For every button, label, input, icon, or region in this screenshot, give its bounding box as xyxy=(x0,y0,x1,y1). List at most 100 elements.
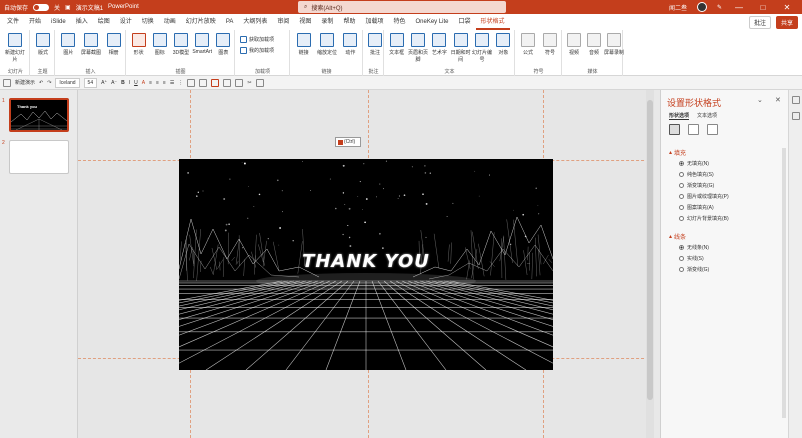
redo-icon[interactable]: ↷ xyxy=(47,80,51,86)
radio-option[interactable]: 图案填充(A) xyxy=(679,204,714,211)
ribbon-button[interactable]: 相册 xyxy=(102,33,125,56)
pane-close-button[interactable]: ✕ xyxy=(775,96,781,104)
radio-button[interactable] xyxy=(679,183,684,188)
tab-5[interactable]: 设计 xyxy=(115,14,137,30)
tab-19[interactable]: 形状格式 xyxy=(475,14,510,30)
tab-18[interactable]: 口袋 xyxy=(454,14,476,30)
ribbon-button[interactable]: 屏幕录制 xyxy=(604,33,624,56)
ribbon-button[interactable]: 获取加载项 xyxy=(240,36,274,43)
radio-option[interactable]: 无线条(N) xyxy=(679,244,709,251)
radio-button[interactable] xyxy=(679,216,684,221)
radio-button[interactable] xyxy=(679,205,684,210)
tab-3[interactable]: 插入 xyxy=(71,14,93,30)
italic-icon[interactable]: I xyxy=(129,80,130,86)
radio-option[interactable]: 幻灯片背景填充(B) xyxy=(679,215,729,222)
close-button[interactable]: ✕ xyxy=(780,3,794,12)
slide-1[interactable]: THANK YOU xyxy=(179,159,553,370)
tab-4[interactable]: 绘图 xyxy=(93,14,115,30)
effects-icon[interactable] xyxy=(688,124,699,135)
radio-button[interactable] xyxy=(679,161,684,166)
radio-option[interactable]: 图片或纹理填充(P) xyxy=(679,193,729,200)
bold-icon[interactable]: B xyxy=(121,80,125,86)
ribbon-button[interactable]: 版式 xyxy=(32,33,54,56)
decrease-font-icon[interactable]: A⁻ xyxy=(111,80,117,86)
autosave-toggle[interactable] xyxy=(33,3,50,11)
ribbon-button[interactable]: 对象 xyxy=(493,33,514,56)
group-icon[interactable] xyxy=(199,78,208,87)
ribbon-button[interactable]: 形状 xyxy=(128,33,149,56)
radio-option[interactable]: 渐变线(G) xyxy=(679,266,709,273)
align-left-icon[interactable]: ≡ xyxy=(149,80,152,86)
shape-outline-icon[interactable] xyxy=(223,78,232,87)
radio-button[interactable] xyxy=(679,245,684,250)
comment-button[interactable]: 批注 xyxy=(748,16,771,29)
tab-13[interactable]: 录制 xyxy=(316,14,338,30)
tab-shape-options[interactable]: 形状选项 xyxy=(669,112,690,120)
ribbon-button[interactable]: SmartArt xyxy=(192,33,213,55)
radio-button[interactable] xyxy=(679,256,684,261)
tab-16[interactable]: 特色 xyxy=(388,14,410,30)
share-button[interactable]: 共享 xyxy=(775,16,798,29)
tab-9[interactable]: PA xyxy=(221,14,239,30)
tab-14[interactable]: 帮助 xyxy=(338,14,360,30)
ribbon-button[interactable]: 屏幕截图 xyxy=(80,33,103,56)
align-center-icon[interactable]: ≡ xyxy=(156,80,159,86)
ribbon-button[interactable]: 艺术字 xyxy=(429,33,450,56)
ribbon-button[interactable]: 幻灯片编号 xyxy=(471,33,492,63)
user-name[interactable]: 闻二叁 xyxy=(669,3,687,12)
toolbar-item-new[interactable]: 新建演示 xyxy=(15,79,35,86)
comments-icon[interactable] xyxy=(792,96,800,104)
ribbon-button[interactable]: 新建幻灯片 xyxy=(3,33,27,63)
radio-button[interactable] xyxy=(679,267,684,272)
font-name-select[interactable]: Iceland xyxy=(55,77,80,88)
shape-effects-icon[interactable] xyxy=(235,78,244,87)
new-icon[interactable] xyxy=(3,78,11,87)
fill-line-icon[interactable] xyxy=(669,124,680,135)
radio-button[interactable] xyxy=(679,172,684,177)
search-box[interactable]: ⌕ 搜索(Alt+Q) xyxy=(298,1,506,13)
ribbon-button[interactable]: 页眉和页脚 xyxy=(407,33,428,63)
tab-8[interactable]: 幻灯片放映 xyxy=(181,14,221,30)
slide-thumbnail-1[interactable]: Thank you xyxy=(9,98,69,132)
tab-2[interactable]: iSlide xyxy=(46,14,71,30)
font-color-icon[interactable]: A xyxy=(142,80,145,86)
minimize-button[interactable]: — xyxy=(732,3,746,12)
increase-font-icon[interactable]: A⁺ xyxy=(101,80,107,86)
edit-icon[interactable] xyxy=(792,112,800,120)
pane-scrollbar[interactable] xyxy=(782,148,786,418)
slide-title-text[interactable]: THANK YOU xyxy=(179,251,553,272)
radio-option[interactable]: 纯色填充(S) xyxy=(679,171,714,178)
ribbon-button[interactable]: 动作 xyxy=(339,33,362,56)
tab-12[interactable]: 视图 xyxy=(294,14,316,30)
ribbon-button[interactable]: 图标 xyxy=(149,33,170,56)
tab-6[interactable]: 切换 xyxy=(137,14,159,30)
ribbon-button[interactable]: 批注 xyxy=(365,33,385,56)
paste-options-tag[interactable]: (Ctrl) xyxy=(335,137,361,147)
ribbon-button[interactable]: 3D模型 xyxy=(170,33,191,56)
slide-editing-canvas[interactable]: THANK YOU (Ctrl) xyxy=(78,90,654,438)
tab-11[interactable]: 审阅 xyxy=(272,14,294,30)
format-painter-icon[interactable]: ✂ xyxy=(247,80,251,86)
ribbon-button[interactable]: 公式 xyxy=(517,33,539,56)
ribbon-button[interactable]: 文本框 xyxy=(386,33,407,56)
pen-icon[interactable]: ✎ xyxy=(717,4,722,11)
underline-icon[interactable]: U xyxy=(134,80,138,86)
radio-option[interactable]: 渐变填充(G) xyxy=(679,182,714,189)
pane-options-icon[interactable]: ⌄ xyxy=(757,96,763,104)
fill-section-header[interactable]: ▴ 填充 xyxy=(669,148,686,157)
ribbon-button[interactable]: 日期和时间 xyxy=(450,33,471,63)
tab-15[interactable]: 加载项 xyxy=(360,14,388,30)
slide-thumbnail-2[interactable] xyxy=(9,140,69,174)
arrange-icon[interactable] xyxy=(187,78,196,87)
ribbon-button[interactable]: 图片 xyxy=(57,33,80,56)
tab-10[interactable]: 大纲列表 xyxy=(238,14,272,30)
radio-option[interactable]: 实线(S) xyxy=(679,255,704,262)
ribbon-button[interactable]: 缩放定位 xyxy=(315,33,338,56)
size-properties-icon[interactable] xyxy=(707,124,718,135)
align-right-icon[interactable]: ≡ xyxy=(163,80,166,86)
ribbon-button[interactable]: 图表 xyxy=(213,33,234,56)
ribbon-button[interactable]: 链接 xyxy=(292,33,315,56)
numbering-icon[interactable]: ⋮ xyxy=(178,80,183,86)
ribbon-button[interactable]: 符号 xyxy=(539,33,561,56)
shape-fill-icon[interactable] xyxy=(211,78,220,87)
